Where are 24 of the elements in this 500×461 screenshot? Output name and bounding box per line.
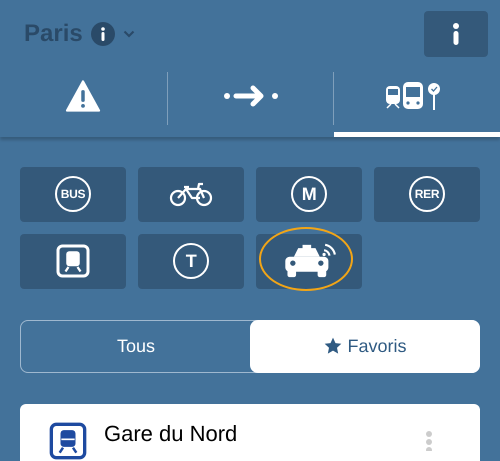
transport-mode-button[interactable] [256, 234, 362, 289]
transport-mode-button[interactable] [20, 234, 126, 289]
transit-mode-logo: M [291, 176, 327, 212]
info-icon [452, 22, 460, 46]
transport-mode-button[interactable]: M [256, 166, 362, 222]
warning-icon [65, 80, 102, 112]
transport-mode-button[interactable]: RER [374, 166, 480, 222]
transport-mode-button[interactable]: T [138, 234, 244, 289]
station-card[interactable]: Gare du Nord [20, 404, 480, 461]
bicycle-icon [169, 180, 213, 208]
train-icon [55, 243, 91, 280]
transport-mode-button[interactable]: BUS [20, 166, 126, 222]
info-button[interactable] [424, 10, 488, 57]
filter-tab[interactable]: Tous [21, 320, 251, 372]
filter-tab[interactable]: Favoris [250, 320, 480, 373]
transit-mode-logo: BUS [55, 176, 91, 212]
transit-mode-logo: T [173, 243, 209, 280]
star-icon [323, 336, 344, 356]
transit-mode-logo: RER [409, 176, 445, 212]
transport-mode-button[interactable] [138, 166, 244, 222]
info-icon[interactable] [90, 22, 115, 46]
station-name: Gare du Nord [104, 423, 238, 445]
route-arrow-icon [222, 84, 278, 108]
train-icon [48, 421, 88, 461]
